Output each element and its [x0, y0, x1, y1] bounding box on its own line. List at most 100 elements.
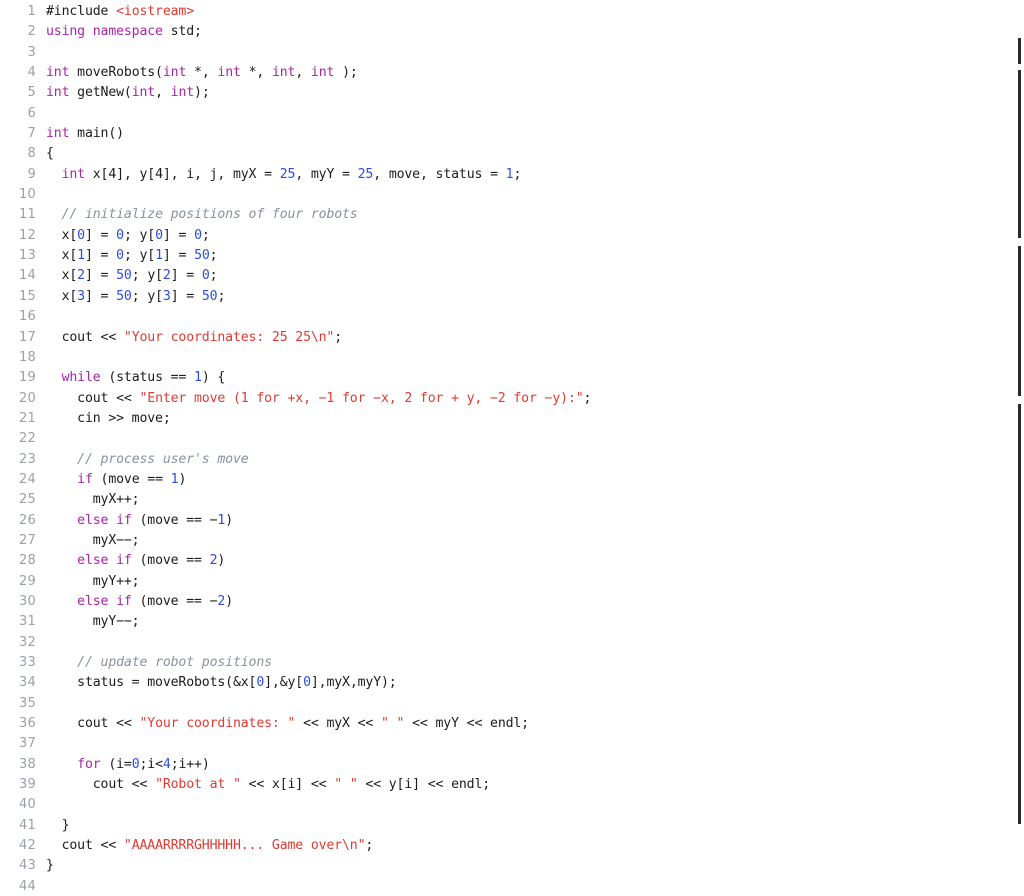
- code-line[interactable]: 5 int getNew(int, int);: [0, 83, 1024, 103]
- code-line[interactable]: 19 while (status == 1) {: [0, 368, 1024, 388]
- code-line[interactable]: 33 // update robot positions: [0, 653, 1024, 673]
- code-line[interactable]: 30 else if (move == −2): [0, 592, 1024, 612]
- code-line-text[interactable]: while (status == 1) {: [46, 368, 1024, 388]
- code-line[interactable]: 34 status = moveRobots(&x[0],&y[0],myX,m…: [0, 673, 1024, 693]
- scrollbar-gutter[interactable]: [1008, 0, 1024, 896]
- code-line[interactable]: 32: [0, 633, 1024, 653]
- vertical-scrollbar-track[interactable]: [1018, 0, 1021, 896]
- code-line-text[interactable]: {: [46, 144, 1024, 164]
- code-line-text[interactable]: cout << "Robot at " << x[i] << " " << y[…: [46, 775, 1024, 795]
- code-line[interactable]: 18: [0, 348, 1024, 368]
- token-num: 1: [194, 370, 202, 386]
- code-line-text[interactable]: else if (move == −1): [46, 511, 1024, 531]
- code-line[interactable]: 43}: [0, 856, 1024, 876]
- code-line[interactable]: 25 myX++;: [0, 490, 1024, 510]
- code-line[interactable]: 14 x[2] = 50; y[2] = 0;: [0, 266, 1024, 286]
- code-line[interactable]: 31 myY−−;: [0, 612, 1024, 632]
- scrollbar-segment[interactable]: [1018, 38, 1021, 64]
- code-line-text[interactable]: // update robot positions: [46, 653, 1024, 673]
- token-pln: ;: [201, 227, 210, 243]
- code-line[interactable]: 4 int moveRobots(int *, int *, int, int )…: [0, 63, 1024, 83]
- code-line-text[interactable]: using namespace std;: [46, 22, 1024, 42]
- code-line[interactable]: 2 using namespace std;: [0, 22, 1024, 42]
- code-line[interactable]: 12 x[0] = 0; y[0] = 0;: [0, 226, 1024, 246]
- code-line-text[interactable]: // process user's move: [46, 450, 1024, 470]
- code-line-text[interactable]: }: [46, 816, 1024, 836]
- code-line[interactable]: 38 for (i=0;i<4;i++): [0, 755, 1024, 775]
- code-line[interactable]: 9 int x[4], y[4], i, j, myX = 25, myY = …: [0, 165, 1024, 185]
- code-lines-container[interactable]: 1 #include <iostream> 2 using namespace std…: [0, 2, 1024, 896]
- code-line[interactable]: 36 cout << "Your coordinates: " << myX <…: [0, 714, 1024, 734]
- code-line-text[interactable]: x[0] = 0; y[0] = 0;: [46, 226, 1024, 246]
- code-line-text[interactable]: else if (move == −2): [46, 592, 1024, 612]
- code-line-text[interactable]: myY−−;: [46, 612, 1024, 632]
- code-line[interactable]: 10: [0, 185, 1024, 205]
- code-line-text[interactable]: cout << "AAAARRRRGHHHHH... Game over\n";: [46, 836, 1024, 856]
- code-line-text[interactable]: myX++;: [46, 490, 1024, 510]
- code-line[interactable]: 22: [0, 429, 1024, 449]
- code-line-text[interactable]: int moveRobots(int *, int *, int, int );: [46, 63, 1024, 83]
- code-line-text[interactable]: else if (move == 2): [46, 551, 1024, 571]
- code-line[interactable]: 11 // initialize positions of four robot…: [0, 205, 1024, 225]
- token-num: 3: [162, 288, 171, 304]
- code-line-text[interactable]: // initialize positions of four robots: [46, 205, 1024, 225]
- code-line[interactable]: 26 else if (move == −1): [0, 511, 1024, 531]
- code-line[interactable]: 21 cin >> move;: [0, 409, 1024, 429]
- code-line[interactable]: 28 else if (move == 2): [0, 551, 1024, 571]
- code-line-text[interactable]: cin >> move;: [46, 409, 1024, 429]
- code-line[interactable]: 44: [0, 877, 1024, 896]
- code-line-text[interactable]: myX−−;: [46, 531, 1024, 551]
- code-line-text[interactable]: x[1] = 0; y[1] = 50;: [46, 246, 1024, 266]
- scrollbar-segment[interactable]: [1018, 70, 1021, 238]
- code-line-text[interactable]: }: [46, 856, 1024, 876]
- token-pln: ; y[: [123, 248, 156, 264]
- code-line-text[interactable]: cout << "Your coordinates: " << myX << "…: [46, 714, 1024, 734]
- code-line[interactable]: 15 x[3] = 50; y[3] = 50;: [0, 287, 1024, 307]
- code-line-text[interactable]: int x[4], y[4], i, j, myX = 25, myY = 25…: [46, 165, 1024, 185]
- line-number: 33: [19, 655, 36, 670]
- token-pln: ;: [209, 248, 218, 264]
- code-line-text[interactable]: cout << "Enter move (1 for +x, −1 for −x…: [46, 389, 1024, 409]
- token-kw: else if: [77, 553, 132, 569]
- line-number: 14: [19, 268, 36, 284]
- scrollbar-segment[interactable]: [1018, 404, 1021, 824]
- code-line-text[interactable]: cout << "Your coordinates: 25 25\n";: [46, 328, 1024, 348]
- code-editor[interactable]: 1 #include <iostream> 2 using namespace std…: [0, 0, 1024, 896]
- token-pln: [46, 167, 62, 182]
- code-line[interactable]: 37: [0, 734, 1024, 754]
- code-line[interactable]: 20 cout << "Enter move (1 for +x, −1 for…: [0, 389, 1024, 409]
- code-line-text[interactable]: #include <iostream>: [46, 2, 1024, 22]
- code-line[interactable]: 7 int main(): [0, 124, 1024, 144]
- code-line-text[interactable]: x[3] = 50; y[3] = 50;: [46, 287, 1024, 307]
- code-line[interactable]: 1 #include <iostream>: [0, 2, 1024, 22]
- code-line-text[interactable]: for (i=0;i<4;i++): [46, 755, 1024, 775]
- line-number: 16: [19, 309, 36, 325]
- token-pln: (move == −: [131, 593, 218, 609]
- code-line[interactable]: 41 }: [0, 816, 1024, 836]
- code-line[interactable]: 17 cout << "Your coordinates: 25 25\n";: [0, 328, 1024, 348]
- code-line-text[interactable]: x[2] = 50; y[2] = 0;: [46, 266, 1024, 286]
- line-number: 15: [19, 288, 36, 304]
- code-line[interactable]: 23 // process user's move: [0, 450, 1024, 470]
- code-line[interactable]: 29 myY++;: [0, 572, 1024, 592]
- code-line[interactable]: 24 if (move == 1): [0, 470, 1024, 490]
- code-line[interactable]: 42 cout << "AAAARRRRGHHHHH... Game over\…: [0, 836, 1024, 856]
- code-line[interactable]: 6: [0, 104, 1024, 124]
- token-pln: myX−−;: [46, 532, 140, 548]
- code-line[interactable]: 27 myX−−;: [0, 531, 1024, 551]
- code-line[interactable]: 13 x[1] = 0; y[1] = 50;: [0, 246, 1024, 266]
- code-line-text[interactable]: int main(): [46, 124, 1024, 144]
- code-line[interactable]: 8{: [0, 144, 1024, 164]
- scrollbar-segment[interactable]: [1018, 246, 1021, 396]
- token-pln: (move == −: [131, 512, 218, 528]
- code-line-text[interactable]: myY++;: [46, 572, 1024, 592]
- code-line[interactable]: 35: [0, 694, 1024, 714]
- code-line-text[interactable]: status = moveRobots(&x[0],&y[0],myX,myY)…: [46, 673, 1024, 693]
- code-line-text[interactable]: int getNew(int, int);: [46, 83, 1024, 103]
- code-line[interactable]: 3: [0, 43, 1024, 63]
- code-line-text[interactable]: if (move == 1): [46, 470, 1024, 490]
- code-line[interactable]: 40: [0, 795, 1024, 815]
- token-kw: int: [46, 85, 70, 101]
- code-line[interactable]: 16: [0, 307, 1024, 327]
- code-line[interactable]: 39 cout << "Robot at " << x[i] << " " <<…: [0, 775, 1024, 795]
